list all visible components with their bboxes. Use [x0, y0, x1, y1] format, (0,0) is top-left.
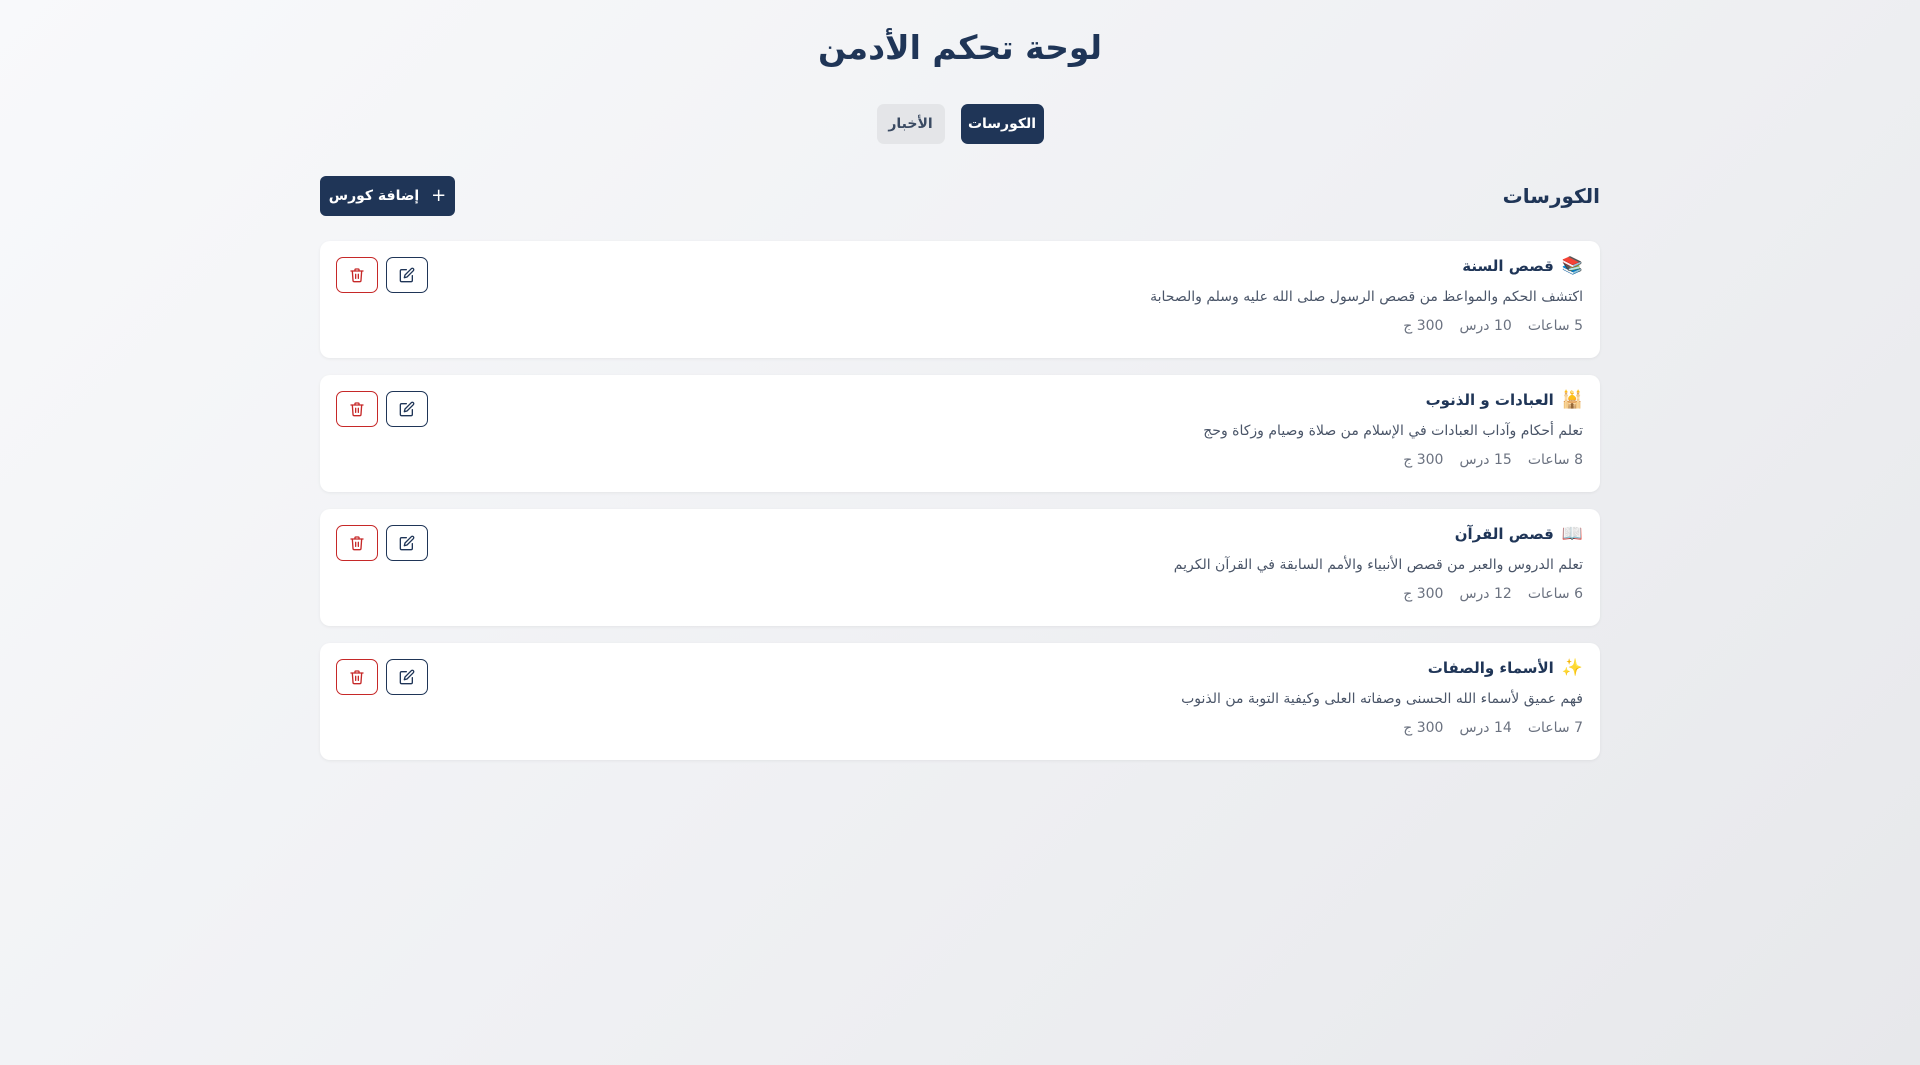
- edit-icon: [399, 669, 415, 685]
- course-price: 300 ج: [1403, 720, 1444, 736]
- course-meta: 7 ساعات 14 درس 300 ج: [1403, 720, 1583, 736]
- course-lessons: 15 درس: [1459, 452, 1512, 468]
- edit-course-button[interactable]: [386, 257, 428, 293]
- trash-icon: [350, 402, 364, 417]
- course-description: اكتشف الحكم والمواعظ من قصص الرسول صلى ا…: [1150, 289, 1583, 305]
- delete-course-button[interactable]: [336, 257, 378, 293]
- course-hours: 6 ساعات: [1527, 586, 1583, 602]
- course-title: قصص السنة: [1462, 257, 1554, 275]
- course-price: 300 ج: [1403, 586, 1444, 602]
- open-book-icon: 📖: [1561, 523, 1583, 544]
- course-title: العبادات و الذنوب: [1425, 391, 1554, 409]
- edit-icon: [399, 401, 415, 417]
- course-title: قصص القرآن: [1454, 525, 1554, 543]
- trash-icon: [350, 670, 364, 685]
- course-lessons: 14 درس: [1459, 720, 1512, 736]
- course-card: 📚 قصص السنة اكتشف الحكم والمواعظ من قصص …: [320, 241, 1600, 358]
- sparkles-icon: ✨: [1561, 657, 1583, 678]
- course-lessons: 10 درس: [1459, 318, 1512, 334]
- tab-courses[interactable]: الكورسات: [960, 104, 1044, 144]
- course-meta: 6 ساعات 12 درس 300 ج: [1403, 586, 1583, 602]
- course-hours: 7 ساعات: [1527, 720, 1583, 736]
- course-price: 300 ج: [1403, 452, 1444, 468]
- course-meta: 5 ساعات 10 درس 300 ج: [1403, 318, 1583, 334]
- delete-course-button[interactable]: [336, 659, 378, 695]
- mosque-icon: 🕌: [1561, 389, 1583, 410]
- trash-icon: [350, 268, 364, 283]
- course-lessons: 12 درس: [1459, 586, 1512, 602]
- books-icon: 📚: [1561, 255, 1583, 276]
- course-meta: 8 ساعات 15 درس 300 ج: [1403, 452, 1583, 468]
- tab-news[interactable]: الأخبار: [876, 104, 945, 144]
- delete-course-button[interactable]: [336, 391, 378, 427]
- course-list: 📚 قصص السنة اكتشف الحكم والمواعظ من قصص …: [320, 241, 1600, 777]
- course-card: 📖 قصص القرآن تعلم الدروس والعبر من قصص ا…: [320, 509, 1600, 626]
- edit-icon: [399, 267, 415, 283]
- course-card: ✨ الأسماء والصفات فهم عميق لأسماء الله ا…: [320, 643, 1600, 760]
- edit-course-button[interactable]: [386, 525, 428, 561]
- section-title: الكورسات: [1502, 184, 1600, 208]
- plus-icon: +: [431, 185, 447, 206]
- edit-course-button[interactable]: [386, 659, 428, 695]
- page-title: لوحة تحكم الأدمن: [817, 28, 1103, 67]
- course-hours: 5 ساعات: [1527, 318, 1583, 334]
- courses-section-header: الكورسات + إضافة كورس: [320, 176, 1600, 216]
- course-card: 🕌 العبادات و الذنوب تعلم أحكام وآداب الع…: [320, 375, 1600, 492]
- course-hours: 8 ساعات: [1527, 452, 1583, 468]
- course-description: تعلم الدروس والعبر من قصص الأنبياء والأم…: [1173, 557, 1583, 573]
- add-course-label: إضافة كورس: [328, 188, 420, 204]
- delete-course-button[interactable]: [336, 525, 378, 561]
- course-price: 300 ج: [1403, 318, 1444, 334]
- tab-bar: الكورسات الأخبار: [0, 104, 1920, 144]
- add-course-button[interactable]: + إضافة كورس: [320, 176, 455, 216]
- edit-course-button[interactable]: [386, 391, 428, 427]
- course-title: الأسماء والصفات: [1427, 659, 1554, 677]
- course-description: تعلم أحكام وآداب العبادات في الإسلام من …: [1203, 423, 1583, 439]
- edit-icon: [399, 535, 415, 551]
- course-description: فهم عميق لأسماء الله الحسنى وصفاته العلى…: [1181, 691, 1583, 707]
- trash-icon: [350, 536, 364, 551]
